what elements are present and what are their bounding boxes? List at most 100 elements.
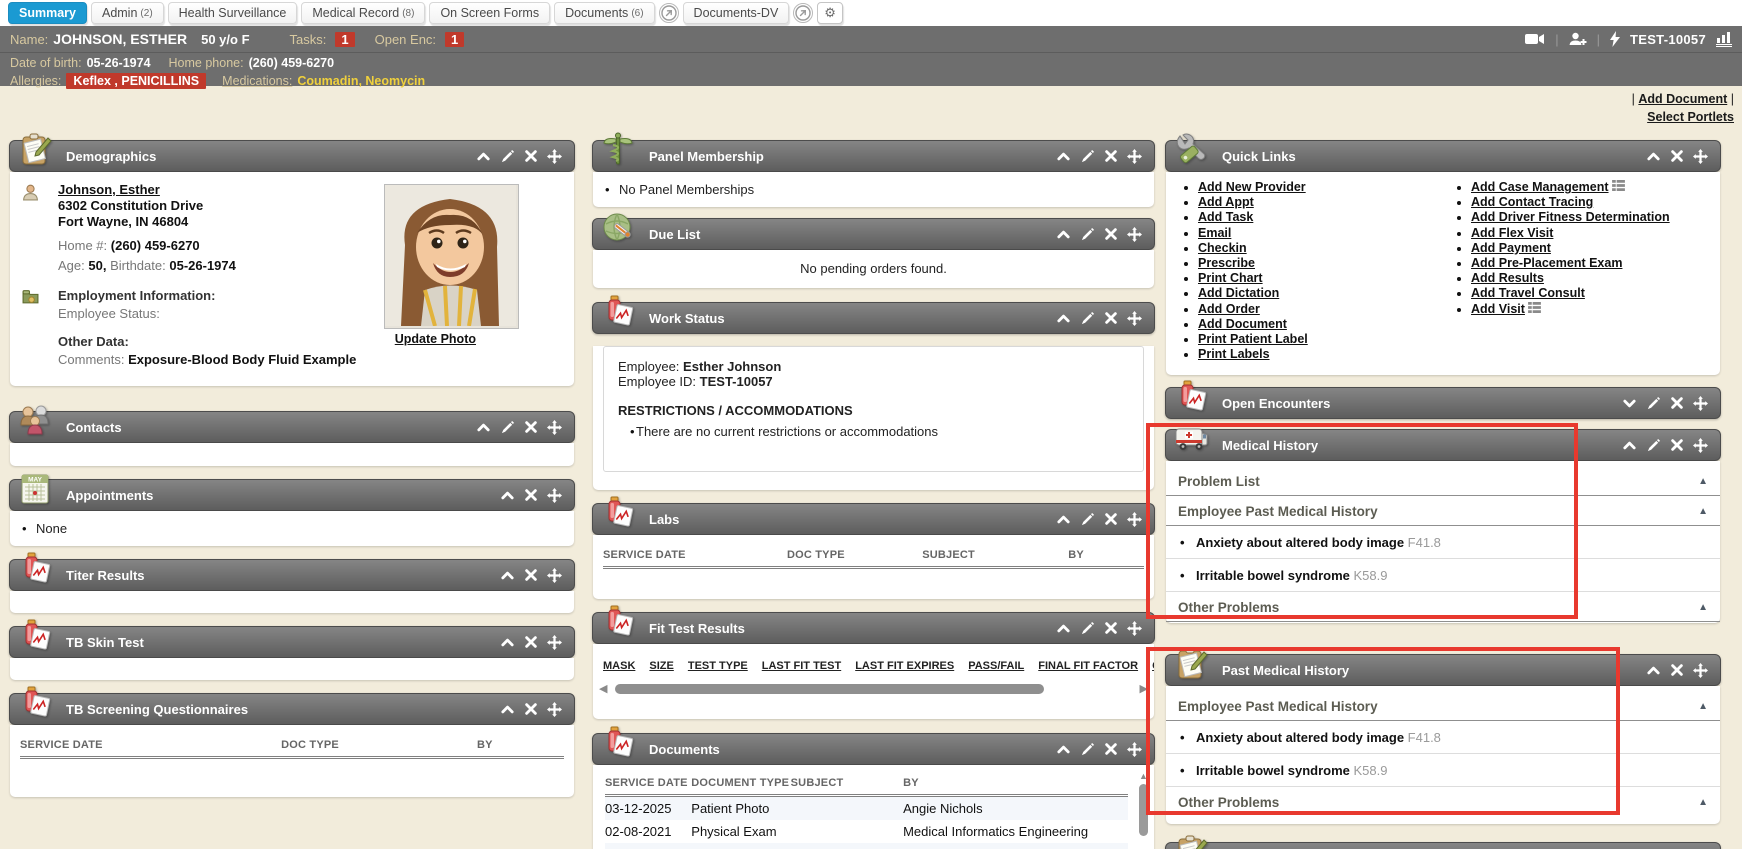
edit-icon[interactable] [500,149,515,164]
edit-icon[interactable] [1080,227,1095,242]
collapse-triangle-icon[interactable]: ▲ [1698,602,1708,613]
section-employee-past-medical-history[interactable]: Employee Past Medical History ▲ [1166,496,1720,526]
tab-documents-dv[interactable]: Documents-DV [683,2,790,24]
close-icon[interactable] [524,488,538,502]
section-other-problems[interactable]: Other Problems ▲ [1166,787,1720,816]
history-item[interactable]: Anxiety about altered body image F41.8 [1166,526,1720,559]
col-header-mask[interactable]: MASK [603,660,635,672]
collapse-icon[interactable] [500,635,515,650]
select-portlets-link[interactable]: Select Portlets [1647,110,1734,124]
open-enc-count-badge[interactable]: 1 [445,32,464,47]
update-photo-link[interactable]: Update Photo [395,332,476,346]
move-icon[interactable] [1127,512,1142,527]
open-documents-dv-window-button[interactable] [793,3,813,23]
scroll-left-icon[interactable]: ◀ [599,682,607,695]
scroll-right-icon[interactable]: ▶ [1140,682,1148,695]
tab-health-surveillance[interactable]: Health Surveillance [168,2,298,24]
quick-link[interactable]: Add Travel Consult [1471,286,1585,300]
quick-link[interactable]: Add Flex Visit [1471,226,1553,240]
edit-icon[interactable] [1080,621,1095,636]
close-icon[interactable] [524,702,538,716]
collapse-icon[interactable] [1056,311,1071,326]
col-header[interactable]: DOC TYPE [787,549,922,561]
close-icon[interactable] [524,420,538,434]
list-grid-icon[interactable] [1528,302,1541,313]
edit-icon[interactable] [1080,742,1095,757]
move-icon[interactable] [1127,742,1142,757]
tab-documents[interactable]: Documents(6) [554,2,654,24]
quick-link[interactable]: Add Pre-Placement Exam [1471,256,1622,270]
col-header-test-type[interactable]: TEST TYPE [688,660,748,672]
close-icon[interactable] [1104,512,1118,526]
collapse-icon[interactable] [1056,149,1071,164]
move-icon[interactable] [547,420,562,435]
close-icon[interactable] [524,635,538,649]
collapse-triangle-icon[interactable]: ▲ [1698,701,1708,712]
collapse-icon[interactable] [500,488,515,503]
close-icon[interactable] [1670,438,1684,452]
move-icon[interactable] [1693,149,1708,164]
section-other-problems[interactable]: Other Problems ▲ [1166,592,1720,622]
collapse-triangle-icon[interactable]: ▲ [1698,476,1708,487]
col-header-size[interactable]: SIZE [649,660,673,672]
collapse-icon[interactable] [1056,512,1071,527]
close-icon[interactable] [1670,149,1684,163]
move-icon[interactable] [1693,663,1708,678]
col-header[interactable]: DOC TYPE [281,739,477,751]
col-header[interactable]: BY [477,739,493,751]
close-icon[interactable] [524,149,538,163]
quick-link[interactable]: Print Patient Label [1198,332,1308,346]
col-header[interactable]: SUBJECT [791,777,903,789]
quick-link[interactable]: Add New Provider [1198,180,1306,194]
scrollbar-thumb[interactable] [615,684,1043,694]
close-icon[interactable] [1104,227,1118,241]
edit-icon[interactable] [1646,396,1661,411]
col-header[interactable]: SUBJECT [922,549,1068,561]
document-row[interactable]: 02-08-2021 Physical Exam Medical Informa… [605,843,1128,849]
col-header[interactable]: BY [903,777,919,789]
open-documents-window-button[interactable] [659,3,679,23]
col-header[interactable]: DOCUMENT TYPE [691,777,790,789]
video-camera-icon[interactable] [1525,32,1545,46]
edit-icon[interactable] [1080,149,1095,164]
close-icon[interactable] [1670,396,1684,410]
collapse-icon[interactable] [1646,663,1661,678]
collapse-triangle-icon[interactable]: ▲ [1698,506,1708,517]
col-header[interactable]: BY [1068,549,1084,561]
tasks-count-badge[interactable]: 1 [335,32,354,47]
collapse-icon[interactable] [1056,621,1071,636]
section-problem-list[interactable]: Problem List ▲ [1166,466,1720,496]
quick-link[interactable]: Add Order [1198,302,1260,316]
close-icon[interactable] [524,568,538,582]
medications-label[interactable]: Medications: [222,74,292,88]
col-header-pass-fail[interactable]: PASS/FAIL [968,660,1024,672]
close-icon[interactable] [1104,621,1118,635]
quick-link[interactable]: Add Appt [1198,195,1254,209]
horizontal-scrollbar[interactable]: ◀ ▶ [593,678,1154,703]
add-document-link[interactable]: Add Document [1638,92,1727,106]
col-header[interactable]: SERVICE DATE [605,777,691,789]
tab-on-screen-forms[interactable]: On Screen Forms [429,2,550,24]
collapse-triangle-icon[interactable]: ▲ [1698,797,1708,808]
lightning-bolt-icon[interactable] [1610,31,1620,47]
edit-icon[interactable] [1646,438,1661,453]
history-item[interactable]: Irritable bowel syndrome K58.9 [1166,754,1720,787]
move-icon[interactable] [547,702,562,717]
move-icon[interactable] [1127,621,1142,636]
move-icon[interactable] [547,568,562,583]
edit-icon[interactable] [1080,512,1095,527]
close-icon[interactable] [1670,663,1684,677]
patient-name-link[interactable]: Johnson, Esther [58,182,160,197]
close-icon[interactable] [1104,149,1118,163]
add-person-icon[interactable] [1569,32,1587,46]
move-icon[interactable] [1127,227,1142,242]
collapse-icon[interactable] [476,420,491,435]
move-icon[interactable] [1127,149,1142,164]
quick-link[interactable]: Checkin [1198,241,1247,255]
move-icon[interactable] [1693,438,1708,453]
collapse-icon[interactable] [500,702,515,717]
col-header-c-truncated[interactable]: C [1152,660,1154,672]
vertical-scrollbar[interactable]: ▲ ▼ [1136,771,1151,849]
collapse-icon[interactable] [1056,227,1071,242]
move-icon[interactable] [1693,396,1708,411]
